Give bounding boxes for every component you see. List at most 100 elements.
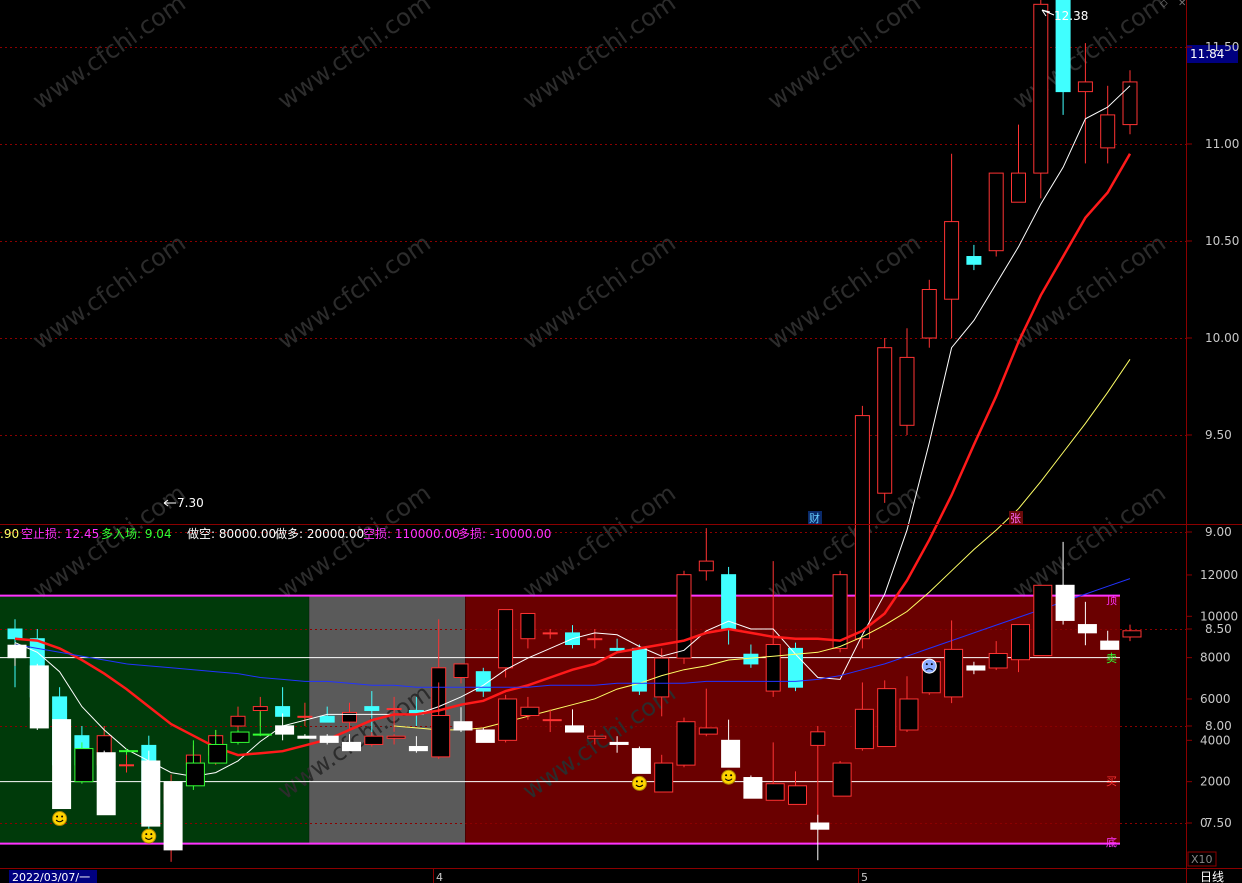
watermark: www.cfchi.com — [27, 229, 190, 355]
indicator-candle[interactable] — [1011, 624, 1030, 661]
price-candle[interactable] — [877, 347, 893, 494]
limit-up-marker[interactable]: 张 — [1010, 512, 1021, 525]
indicator-candle[interactable] — [386, 735, 406, 739]
indicator-candle[interactable] — [1077, 624, 1097, 634]
indicator-candle[interactable] — [319, 735, 339, 743]
price-candle[interactable] — [587, 638, 603, 641]
indicator-candle[interactable] — [364, 735, 384, 745]
collapse-icon[interactable]: ◇ — [1160, 0, 1168, 9]
indicator-y-axis: 12000 10000 8000 6000 4000 2000 0 — [1186, 568, 1238, 830]
price-candle[interactable] — [1100, 114, 1116, 149]
indicator-candle[interactable] — [498, 698, 518, 741]
indicator-candle[interactable] — [654, 762, 674, 793]
indicator-candle[interactable] — [252, 733, 272, 736]
price-candle[interactable] — [765, 644, 781, 692]
price-candle[interactable] — [342, 711, 357, 723]
chart-canvas[interactable]: www.cfchi.com www.cfchi.com www.cfchi.com w… — [0, 0, 1242, 883]
price-candle[interactable] — [899, 356, 915, 426]
price-candle[interactable] — [319, 715, 335, 723]
month-label-4: 4 — [436, 871, 443, 883]
indicator-candle[interactable] — [408, 746, 428, 752]
indicator-candle[interactable] — [542, 719, 562, 722]
indicator-candle[interactable] — [230, 731, 250, 743]
indicator-candle[interactable] — [7, 644, 27, 659]
price-candle[interactable] — [252, 706, 268, 711]
indicator-candle[interactable] — [119, 750, 138, 753]
price-candle[interactable] — [988, 172, 1004, 252]
indicator-candle[interactable] — [743, 777, 763, 799]
price-candle[interactable] — [1033, 3, 1049, 174]
price-candle[interactable] — [520, 612, 536, 640]
price-candle[interactable] — [1077, 81, 1093, 93]
price-candle[interactable] — [743, 653, 759, 665]
indicator-candle[interactable] — [676, 721, 696, 766]
indicator-candle[interactable] — [944, 648, 964, 698]
indicator-candle[interactable] — [788, 785, 807, 805]
indicator-candle[interactable] — [342, 741, 361, 752]
price-candle[interactable] — [1122, 81, 1138, 126]
indicator-candle[interactable] — [609, 741, 629, 745]
price-candle[interactable] — [854, 415, 870, 640]
indicator-candle[interactable] — [587, 735, 607, 739]
indicator-candle[interactable] — [185, 762, 205, 787]
price-candle[interactable] — [386, 708, 402, 711]
frown-icon — [921, 658, 937, 674]
price-candle[interactable] — [453, 663, 469, 678]
price-candle[interactable] — [297, 715, 313, 718]
indicator-candle[interactable] — [29, 665, 49, 729]
watermark: www.cfchi.com — [1007, 229, 1170, 355]
indicator-candle[interactable] — [966, 665, 986, 671]
indicator-candle[interactable] — [565, 725, 584, 733]
price-candle[interactable] — [7, 628, 23, 640]
indicator-candle[interactable] — [453, 721, 473, 731]
indicator-candle[interactable] — [52, 719, 72, 810]
scale-tag[interactable]: X10 — [1191, 853, 1213, 866]
y-tick-label: 7.50 — [1205, 816, 1232, 830]
y-tick-label: 10.50 — [1205, 234, 1239, 248]
indicator-candle[interactable] — [1122, 630, 1142, 638]
indicator-candle[interactable] — [721, 739, 741, 768]
smile-icon-eye — [725, 774, 728, 777]
indicator-candle[interactable] — [520, 706, 540, 717]
indicator-candle[interactable] — [877, 688, 897, 748]
indicator-candle[interactable] — [1055, 584, 1075, 621]
price-candle[interactable] — [921, 289, 937, 339]
close-icon[interactable]: ✕ — [1178, 0, 1186, 9]
period-label[interactable]: 日线 — [1200, 870, 1224, 883]
price-candle[interactable] — [1011, 172, 1026, 203]
indicator-candle[interactable] — [698, 727, 718, 735]
price-candle[interactable] — [810, 731, 826, 746]
indicator-candle[interactable] — [1033, 584, 1053, 657]
indicator-candle[interactable] — [899, 698, 919, 731]
header-value-2: 多入场: 9.04 — [101, 527, 172, 541]
price-candle[interactable] — [609, 647, 625, 651]
watermark: www.cfchi.com — [762, 0, 925, 115]
price-candle[interactable] — [542, 632, 558, 635]
high-annotation: 12.38 — [1041, 9, 1088, 23]
price-candle[interactable] — [364, 706, 380, 711]
indicator-candle[interactable] — [1100, 640, 1120, 650]
indicator-candle[interactable] — [275, 725, 295, 735]
indicator-candle[interactable] — [163, 781, 183, 851]
price-candle[interactable] — [966, 256, 982, 265]
finance-marker[interactable]: 财 — [809, 511, 820, 525]
indicator-candle[interactable] — [832, 762, 852, 797]
indicator-candle[interactable] — [765, 783, 785, 801]
price-candle[interactable] — [119, 764, 134, 767]
price-candle[interactable] — [498, 609, 514, 669]
indicator-candle[interactable] — [297, 735, 317, 739]
price-candle[interactable] — [944, 221, 960, 300]
indicator-candle[interactable] — [208, 743, 228, 764]
price-candle[interactable] — [698, 560, 714, 572]
indicator-candle[interactable] — [854, 708, 874, 750]
indicator-candle[interactable] — [74, 748, 94, 783]
indicator-candle[interactable] — [631, 748, 651, 774]
price-candle[interactable] — [230, 715, 246, 727]
indicator-candle[interactable] — [475, 729, 495, 743]
indicator-candle[interactable] — [988, 653, 1008, 669]
indicator-candle[interactable] — [96, 752, 116, 816]
indicator-candle[interactable] — [431, 715, 451, 758]
zone-label-bottom: 底 — [1106, 835, 1117, 849]
indicator-candle[interactable] — [810, 822, 830, 830]
indicator-candle[interactable] — [141, 760, 161, 827]
